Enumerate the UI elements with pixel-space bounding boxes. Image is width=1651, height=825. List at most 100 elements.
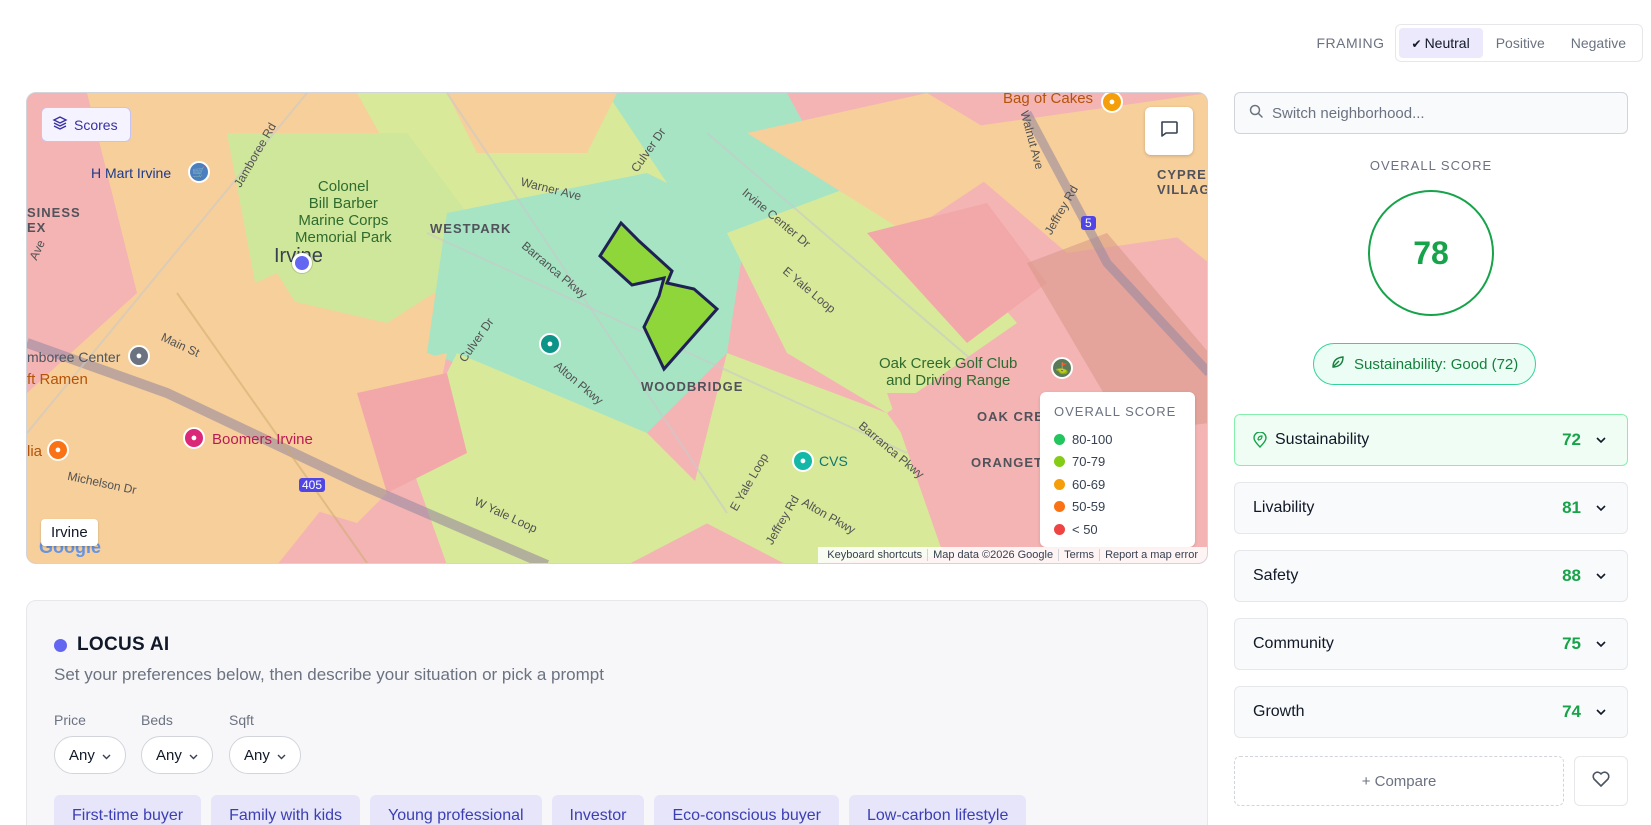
prompt-chip-investor[interactable]: Investor <box>551 795 645 825</box>
legend-item: 70-79 <box>1054 451 1181 474</box>
category-sustainability[interactable]: Sustainability 72 <box>1234 414 1628 466</box>
category-name: Livability <box>1253 499 1315 516</box>
scores-layer-button[interactable]: Scores <box>41 107 131 142</box>
framing-segmented-control: ✔ Neutral Positive Negative <box>1394 24 1643 62</box>
map-label-orangetree: ORANGET <box>971 455 1043 470</box>
legend-item: 80-100 <box>1054 428 1181 451</box>
school-icon: ● <box>539 333 561 355</box>
legend-item: 60-69 <box>1054 473 1181 496</box>
chevron-down-icon <box>1595 708 1607 716</box>
framing-toggle: FRAMING ✔ Neutral Positive Negative <box>1316 24 1643 62</box>
category-livability[interactable]: Livability 81 <box>1234 482 1628 534</box>
filter-label: Beds <box>141 712 173 728</box>
legend-label: < 50 <box>1072 521 1098 537</box>
category-score: 88 <box>1562 566 1581 585</box>
ai-subtitle: Set your preferences below, then describ… <box>54 665 604 684</box>
map-label-oak-creek: OAK CRE <box>977 409 1044 424</box>
price-select[interactable]: Any <box>54 736 126 774</box>
map-label-woodbridge: WOODBRIDGE <box>641 379 744 394</box>
sustainability-badge-label: Sustainability: Good (72) <box>1354 355 1519 373</box>
sqft-select[interactable]: Any <box>229 736 301 774</box>
legend-swatch <box>1054 523 1065 535</box>
leaf-icon <box>1331 355 1345 373</box>
sustainability-badge: Sustainability: Good (72) <box>1313 343 1537 385</box>
scores-button-label: Scores <box>74 116 118 133</box>
heart-icon <box>1591 770 1611 793</box>
ai-header: LOCUS AI <box>54 634 169 656</box>
prompt-chip-eco-conscious-buyer[interactable]: Eco-conscious buyer <box>654 795 839 825</box>
map-poi-golf[interactable]: Oak Creek Golf Club and Driving Range <box>879 355 1017 389</box>
beds-select[interactable]: Any <box>141 736 213 774</box>
layers-icon <box>52 115 68 134</box>
legend-item: 50-59 <box>1054 496 1181 519</box>
favorite-button[interactable] <box>1574 756 1628 806</box>
search-input[interactable] <box>1272 104 1612 122</box>
prompt-chip-first-time-buyer[interactable]: First-time buyer <box>54 795 202 825</box>
framing-neutral-button[interactable]: ✔ Neutral <box>1398 28 1483 58</box>
city-chip: Irvine <box>41 519 98 546</box>
legend-label: 60-69 <box>1072 476 1106 492</box>
chat-button[interactable] <box>1145 107 1193 155</box>
category-score: 72 <box>1562 430 1581 449</box>
map-poi-boomers[interactable]: Boomers Irvine <box>212 431 313 448</box>
chevron-down-icon <box>189 747 198 764</box>
select-value: Any <box>69 746 95 764</box>
landmark-icon: ● <box>128 345 150 367</box>
map-label-ramen: ft Ramen <box>27 371 88 388</box>
map-poi-hmart[interactable]: H Mart Irvine <box>91 165 171 181</box>
chevron-down-icon <box>1595 504 1607 512</box>
beds-filter: Beds Any <box>141 712 213 774</box>
overall-score-label: OVERALL SCORE <box>1369 158 1493 173</box>
framing-neutral-label: Neutral <box>1424 35 1470 51</box>
filter-label: Sqft <box>229 712 254 728</box>
select-value: Any <box>244 746 270 764</box>
framing-positive-button[interactable]: Positive <box>1483 28 1558 58</box>
ai-title: LOCUS AI <box>77 634 170 655</box>
legend-label: 70-79 <box>1072 454 1106 470</box>
category-growth[interactable]: Growth 74 <box>1234 686 1628 738</box>
map-label-lia: lia <box>27 443 43 460</box>
prompt-chip-low-carbon-lifestyle[interactable]: Low-carbon lifestyle <box>848 795 1027 825</box>
golf-icon: ⛳ <box>1051 357 1073 379</box>
keyboard-shortcuts-link[interactable]: Keyboard shortcuts <box>822 549 927 561</box>
freeway-405-shield: 405 <box>299 478 326 492</box>
locus-ai-panel: LOCUS AI Set your preferences below, the… <box>26 600 1208 825</box>
map-label-westpark: WESTPARK <box>430 221 512 236</box>
chevron-down-icon <box>102 747 111 764</box>
shopping-cart-icon: 🛒 <box>188 161 210 183</box>
legend-item: < 50 <box>1054 518 1181 541</box>
pharmacy-icon: ● <box>792 450 814 472</box>
check-icon: ✔ <box>1411 37 1422 51</box>
category-score: 81 <box>1562 498 1581 517</box>
chat-bubble-icon <box>1159 120 1179 143</box>
amusement-icon: ● <box>183 427 205 449</box>
chevron-down-icon <box>1595 436 1607 444</box>
report-error-link[interactable]: Report a map error <box>1099 549 1203 561</box>
category-safety[interactable]: Safety 88 <box>1234 550 1628 602</box>
overall-score-circle: 78 <box>1368 190 1494 316</box>
category-name: Community <box>1253 635 1334 652</box>
prompt-chips: First-time buyer Family with kids Young … <box>54 795 1027 825</box>
price-filter: Price Any <box>54 712 126 774</box>
category-name: Sustainability <box>1275 431 1370 448</box>
category-community[interactable]: Community 75 <box>1234 618 1628 670</box>
search-icon <box>1249 104 1263 123</box>
compare-button[interactable]: + Compare <box>1234 756 1564 806</box>
filter-label: Price <box>54 712 86 728</box>
freeway-5-shield: 5 <box>1081 216 1096 230</box>
chevron-down-icon <box>1595 572 1607 580</box>
map-poi-bag-of-cakes[interactable]: Bag of Cakes <box>1003 93 1093 107</box>
legend-label: 80-100 <box>1072 431 1113 447</box>
prompt-chip-family-with-kids[interactable]: Family with kids <box>211 795 361 825</box>
map-attribution: Keyboard shortcuts Map data ©2026 Google… <box>818 547 1207 563</box>
map-poi-cvs[interactable]: CVS <box>819 453 848 469</box>
map-label-jamboree-center: mboree Center <box>27 349 121 365</box>
neighborhood-map[interactable]: Irvine H Mart Irvine 🛒 Colonel Bill Barb… <box>26 92 1208 564</box>
category-score: 75 <box>1562 634 1581 653</box>
terms-link[interactable]: Terms <box>1058 549 1099 561</box>
status-dot <box>54 638 67 652</box>
framing-negative-button[interactable]: Negative <box>1558 28 1639 58</box>
legend-swatch <box>1054 456 1065 468</box>
prompt-chip-young-professional[interactable]: Young professional <box>370 795 542 825</box>
restaurant-icon: ● <box>47 439 69 461</box>
